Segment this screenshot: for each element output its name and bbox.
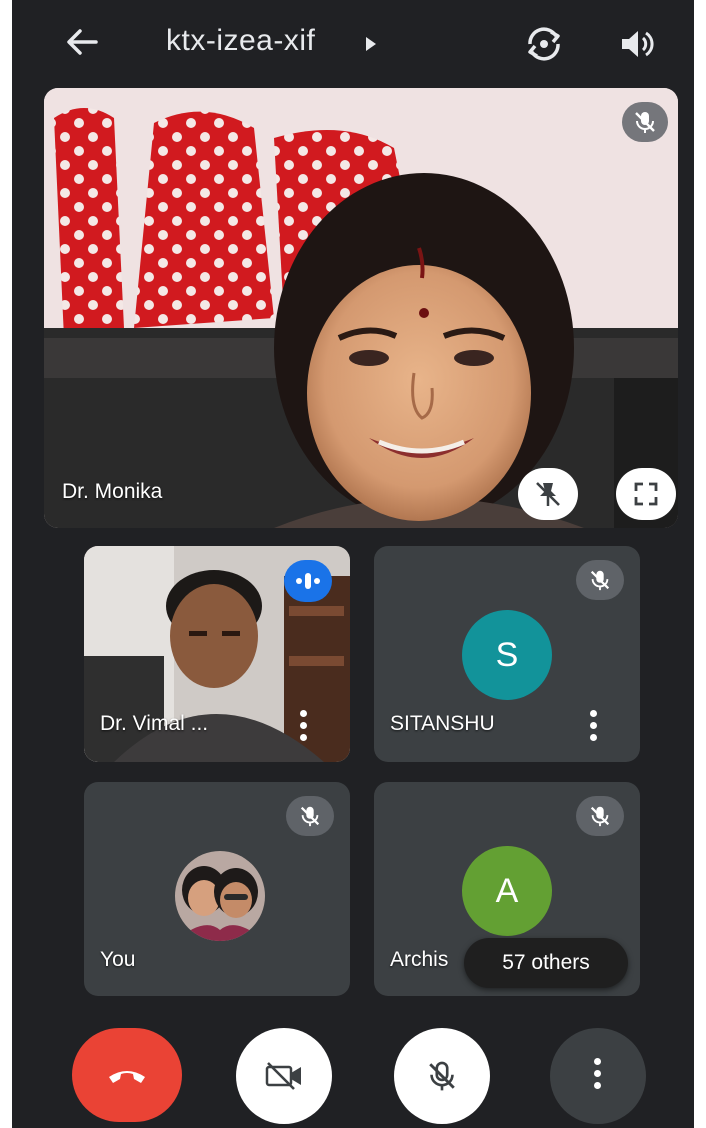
- participant-tile[interactable]: You: [84, 782, 350, 996]
- participant-video: [44, 88, 678, 528]
- fullscreen-icon[interactable]: [616, 468, 676, 520]
- participant-name: Dr. Monika: [62, 480, 163, 503]
- more-options-icon[interactable]: [590, 710, 598, 746]
- caret-right-icon[interactable]: [364, 36, 378, 52]
- back-arrow-icon[interactable]: [62, 22, 102, 62]
- mic-off-icon: [286, 796, 334, 836]
- speaker-icon[interactable]: [616, 24, 656, 64]
- participant-name: SITANSHU: [390, 712, 495, 735]
- meet-screen: ktx-izea-xif Dr. Monika Dr. Vimal ... S …: [12, 0, 694, 1128]
- unpin-icon[interactable]: [518, 468, 578, 520]
- participant-name: Dr. Vimal ...: [100, 712, 209, 735]
- pinned-participant-tile[interactable]: Dr. Monika: [44, 88, 678, 528]
- mic-off-icon: [429, 1061, 455, 1091]
- avatar: S: [462, 610, 552, 700]
- mic-off-icon: [576, 796, 624, 836]
- meeting-code[interactable]: ktx-izea-xif: [166, 24, 315, 58]
- switch-camera-icon[interactable]: [520, 20, 568, 68]
- participant-tile[interactable]: S SITANSHU: [374, 546, 640, 762]
- participant-name: You: [100, 948, 136, 971]
- more-options-icon[interactable]: [300, 710, 308, 746]
- end-call-icon: [109, 1071, 145, 1083]
- top-bar: ktx-izea-xif: [12, 0, 694, 86]
- end-call-button[interactable]: [72, 1028, 182, 1122]
- speaking-indicator-icon: [284, 560, 332, 602]
- others-badge[interactable]: 57 others: [464, 938, 628, 988]
- participant-tile[interactable]: Dr. Vimal ...: [84, 546, 350, 762]
- camera-toggle-button[interactable]: [236, 1028, 332, 1124]
- mic-off-icon: [576, 560, 624, 600]
- more-options-icon: [594, 1058, 602, 1094]
- camera-off-icon: [265, 1062, 301, 1090]
- mic-toggle-button[interactable]: [394, 1028, 490, 1124]
- more-options-button[interactable]: [550, 1028, 646, 1124]
- participant-name: Archis: [390, 948, 449, 971]
- mic-off-icon: [622, 102, 668, 142]
- avatar: A: [462, 846, 552, 936]
- avatar: [175, 851, 265, 941]
